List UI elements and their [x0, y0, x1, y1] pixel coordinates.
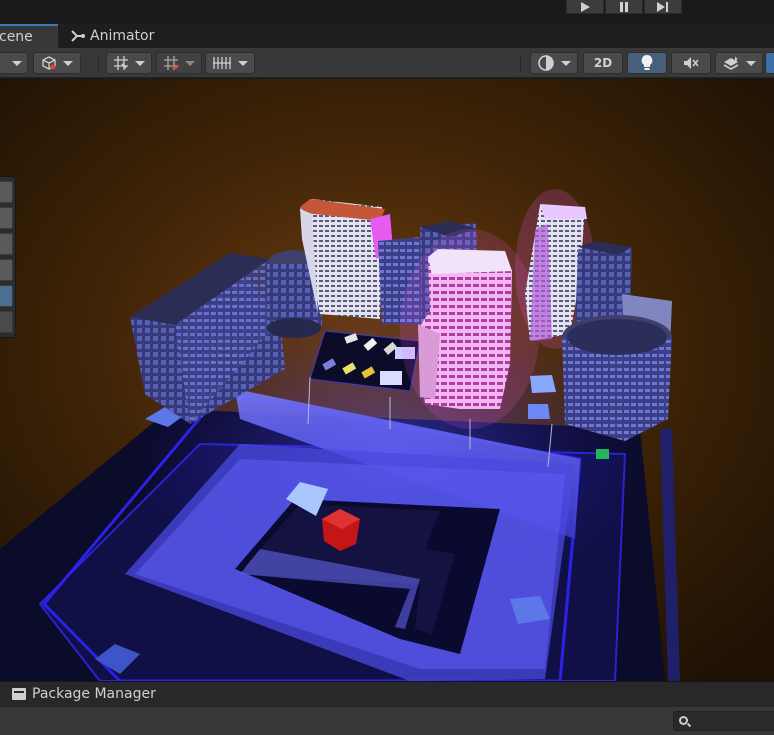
pause-button[interactable]: [605, 0, 643, 14]
package-icon: [12, 688, 26, 700]
tab-scene-label: cene: [0, 29, 33, 45]
divider: [98, 54, 99, 72]
toggle-2d-label: 2D: [593, 56, 613, 70]
grid-snap-icon: [114, 56, 128, 70]
package-manager-toolbar: [0, 707, 774, 735]
animator-icon: [71, 30, 85, 42]
grid-toggle-icon: [213, 57, 231, 69]
lighting-toggle[interactable]: [627, 52, 667, 74]
increment-snap-dropdown[interactable]: [156, 52, 202, 74]
move-tool-button[interactable]: [0, 207, 13, 229]
scene-visibility-toggle[interactable]: [765, 52, 774, 74]
gizmo-cube-dropdown[interactable]: [33, 52, 81, 74]
tab-animator-label: Animator: [90, 28, 155, 44]
rotate-tool-button[interactable]: [0, 233, 13, 255]
tab-scene[interactable]: cene: [0, 24, 58, 48]
transform-tool-button[interactable]: [0, 311, 13, 333]
tab-package-manager[interactable]: Package Manager: [12, 686, 156, 702]
effects-icon: [723, 56, 739, 70]
unity-editor: cene Animator 2D Package Manager: [0, 0, 774, 735]
grid-toggle-dropdown[interactable]: [205, 52, 255, 74]
shading-mode-dropdown[interactable]: [530, 52, 578, 74]
view-tool-button[interactable]: [0, 181, 13, 203]
pause-icon: [620, 1, 628, 12]
chevron-down-icon: [746, 60, 756, 66]
draw-mode-dropdown[interactable]: [0, 52, 28, 74]
tab-bar: cene Animator: [0, 24, 774, 48]
play-icon: [581, 1, 590, 12]
chevron-down-icon: [63, 60, 73, 66]
search-icon: [679, 716, 688, 725]
bottom-tab-bar: Package Manager: [0, 681, 774, 707]
chevron-down-icon: [185, 60, 195, 66]
rect-tool-button[interactable]: [0, 285, 13, 307]
lighting-icon: [641, 55, 653, 70]
gizmo-cube-icon: [42, 56, 56, 70]
play-bar: [0, 0, 774, 24]
toggle-2d-button[interactable]: 2D: [583, 52, 623, 74]
chevron-down-icon: [12, 60, 22, 66]
tab-animator[interactable]: Animator: [70, 24, 170, 48]
chevron-down-icon: [135, 60, 145, 66]
chevron-down-icon: [561, 60, 571, 66]
scene-toolbar: 2D: [0, 48, 774, 78]
audio-mute-icon: [684, 57, 699, 69]
scene-render: [0, 79, 774, 681]
increment-snap-icon: [164, 56, 179, 70]
tab-package-manager-label: Package Manager: [32, 686, 156, 702]
scene-tool-palette: [0, 176, 16, 338]
shaded-mode-icon: [538, 55, 554, 71]
step-icon: [657, 1, 668, 12]
scale-tool-button[interactable]: [0, 259, 13, 281]
audio-mute-toggle[interactable]: [671, 52, 711, 74]
divider: [520, 54, 521, 72]
step-button[interactable]: [644, 0, 682, 14]
search-input[interactable]: [673, 711, 774, 731]
effects-dropdown[interactable]: [715, 52, 763, 74]
grid-snap-dropdown[interactable]: [106, 52, 152, 74]
chevron-down-icon: [238, 60, 248, 66]
scene-view[interactable]: [0, 79, 774, 681]
play-button[interactable]: [566, 0, 604, 14]
